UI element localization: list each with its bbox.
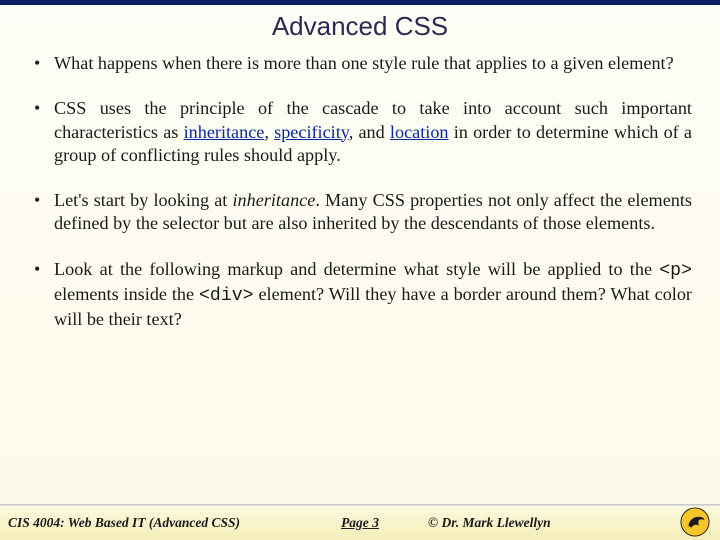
slide-title: Advanced CSS — [0, 11, 720, 42]
footer-course: CIS 4004: Web Based IT (Advanced CSS) — [8, 515, 240, 531]
bullet-text: , — [264, 122, 274, 142]
italic-inheritance: inheritance — [232, 190, 315, 210]
bullet-text: elements inside the — [54, 284, 199, 304]
bullet-item: CSS uses the principle of the cascade to… — [34, 97, 692, 167]
footer-page-number: 3 — [372, 515, 379, 530]
code-p-tag: <p> — [659, 261, 692, 281]
bullet-text: Let's start by looking at — [54, 190, 232, 210]
footer-copyright: © Dr. Mark Llewellyn — [428, 515, 551, 531]
bullet-text: What happens when there is more than one… — [54, 53, 674, 73]
code-div-tag: <div> — [199, 286, 254, 306]
bullet-text: Look at the following markup and determi… — [54, 259, 659, 279]
slide-body: What happens when there is more than one… — [0, 52, 720, 332]
footer-wrap: CIS 4004: Web Based IT (Advanced CSS) Pa… — [0, 504, 720, 540]
footer-page-label: Page — [341, 515, 372, 530]
term-location: location — [390, 122, 449, 142]
term-inheritance: inheritance — [184, 122, 265, 142]
ucf-pegasus-icon — [680, 507, 710, 537]
bullet-item: Let's start by looking at inheritance. M… — [34, 189, 692, 236]
bullet-item: Look at the following markup and determi… — [34, 258, 692, 332]
bullet-item: What happens when there is more than one… — [34, 52, 692, 75]
bullet-text: , and — [349, 122, 390, 142]
footer: CIS 4004: Web Based IT (Advanced CSS) Pa… — [0, 506, 720, 540]
slide: Advanced CSS What happens when there is … — [0, 0, 720, 540]
term-specificity: specificity — [274, 122, 349, 142]
bullet-list: What happens when there is more than one… — [34, 52, 692, 332]
